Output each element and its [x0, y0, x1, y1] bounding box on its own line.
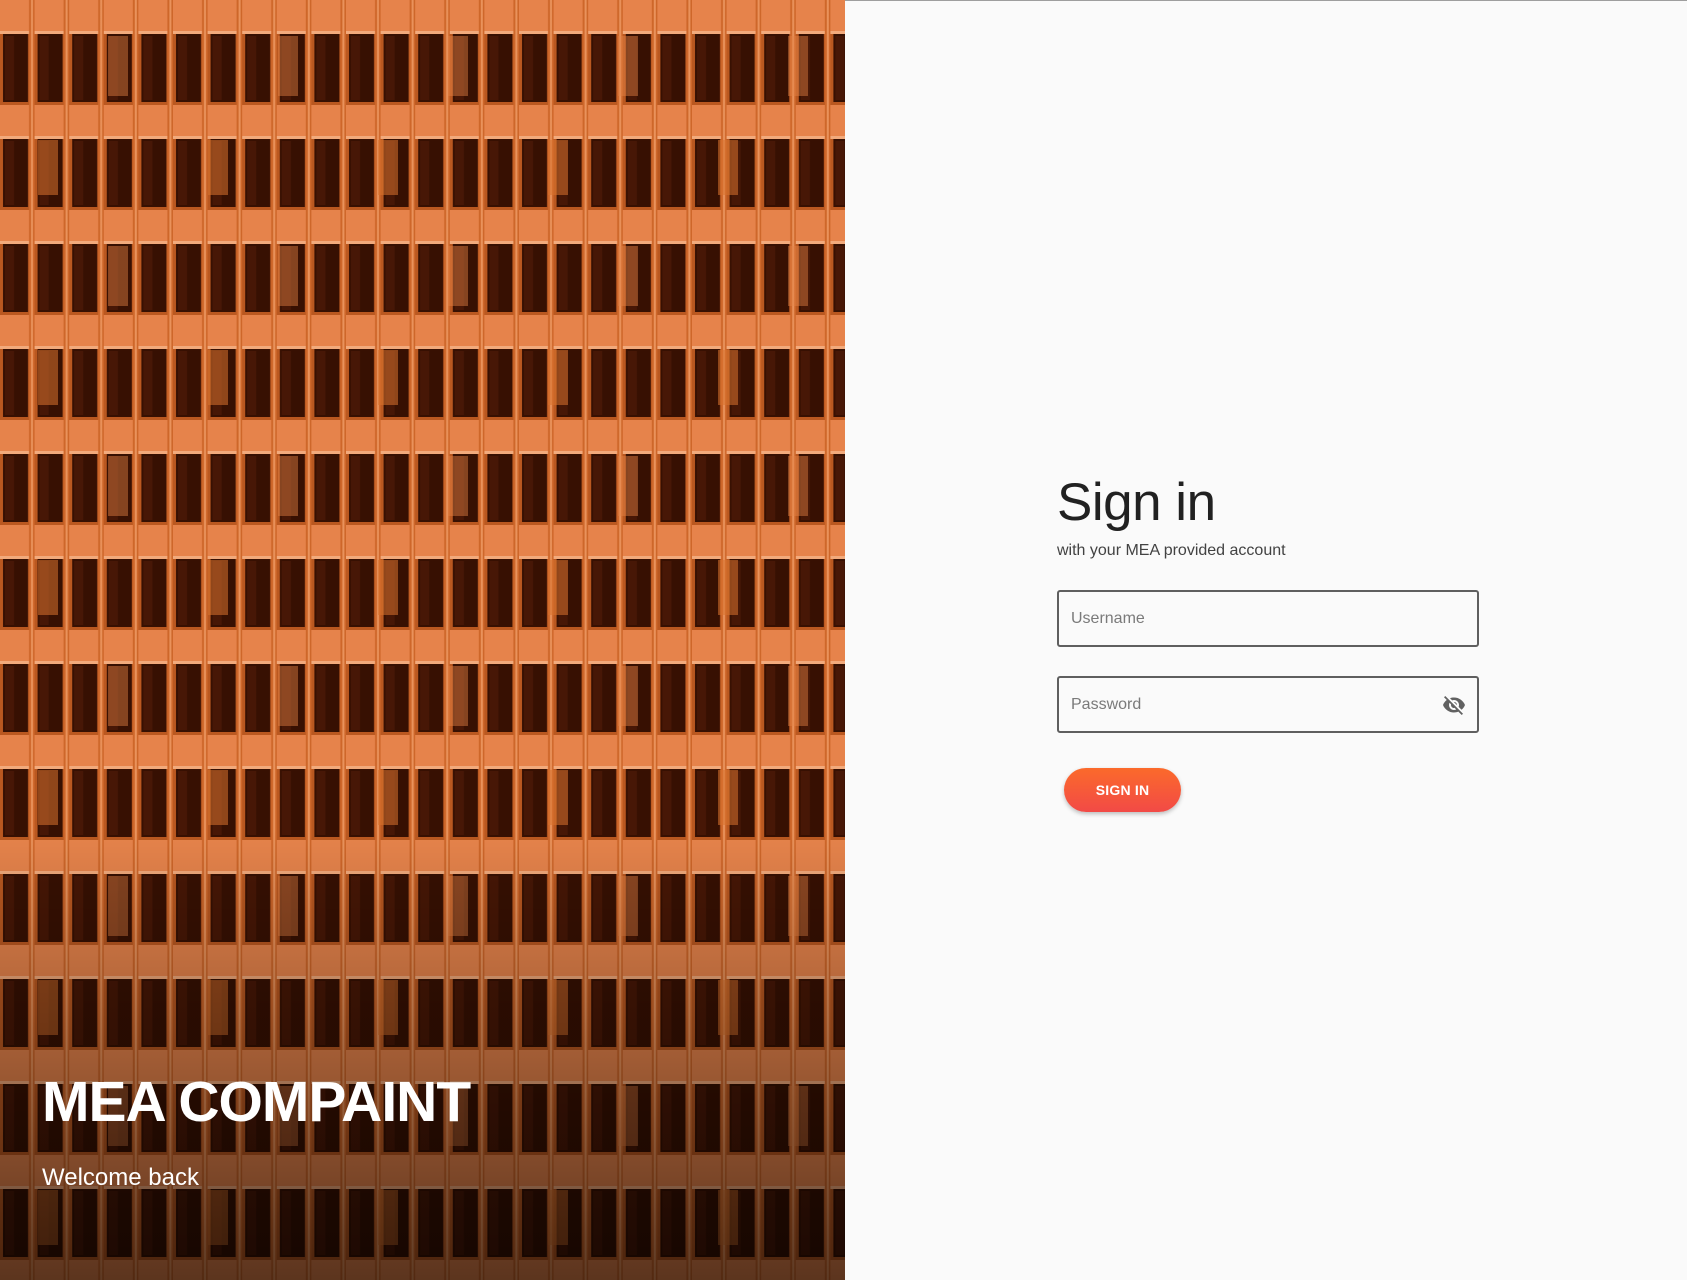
sign-in-form: Sign in with your MEA provided account S…	[1057, 471, 1479, 812]
password-input[interactable]	[1059, 678, 1477, 731]
welcome-text: Welcome back	[42, 1164, 199, 1191]
visibility-off-icon[interactable]	[1442, 693, 1466, 717]
username-field	[1057, 590, 1479, 647]
username-input[interactable]	[1059, 592, 1477, 645]
page-subtitle: with your MEA provided account	[1057, 542, 1286, 559]
page-title: Sign in	[1057, 473, 1216, 532]
login-page: MEA COMPAINT Welcome back Sign in with y…	[0, 0, 1687, 1280]
sign-in-panel: Sign in with your MEA provided account S…	[845, 0, 1687, 1280]
hero-panel: MEA COMPAINT Welcome back	[0, 0, 845, 1280]
sign-in-button[interactable]: SIGN IN	[1064, 768, 1181, 812]
company-name: MEA COMPAINT	[42, 1070, 471, 1134]
password-field	[1057, 676, 1479, 733]
